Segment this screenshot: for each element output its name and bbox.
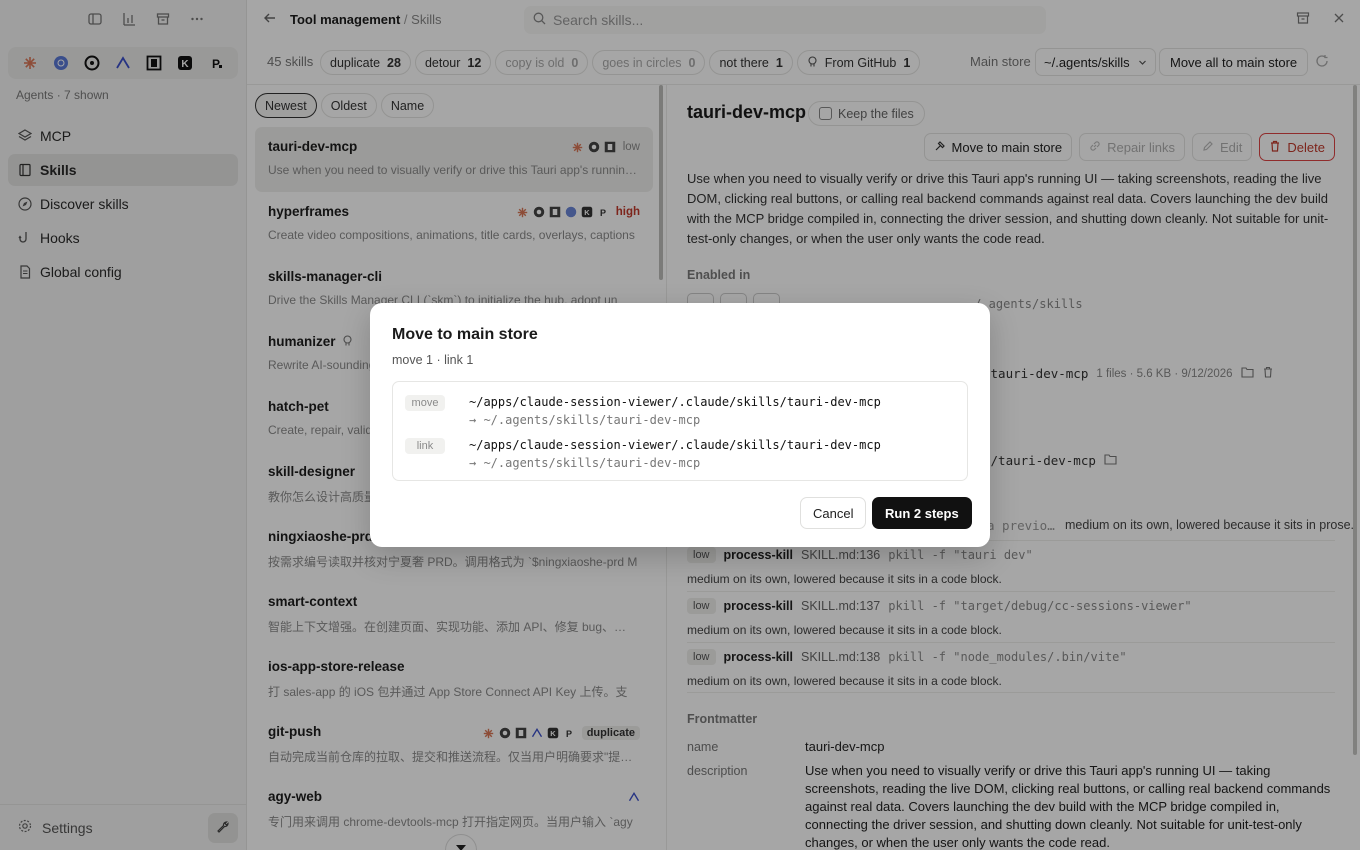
- step-destination: → ~/.agents/skills/tauri-dev-mcp: [469, 413, 701, 427]
- dialog-title: Move to main store: [392, 326, 538, 343]
- move-to-main-store-dialog: Move to main store move 1 · link 1 move …: [370, 303, 990, 547]
- step-source: ~/apps/claude-session-viewer/.claude/ski…: [469, 395, 881, 409]
- cancel-button[interactable]: Cancel: [800, 497, 867, 529]
- run-steps-button[interactable]: Run 2 steps: [872, 497, 972, 529]
- dialog-subtitle: move 1 · link 1: [392, 353, 474, 367]
- steps-list: move ~/apps/claude-session-viewer/.claud…: [392, 381, 968, 481]
- step-kind: link: [405, 438, 445, 454]
- step-destination: → ~/.agents/skills/tauri-dev-mcp: [469, 456, 701, 470]
- step-source: ~/apps/claude-session-viewer/.claude/ski…: [469, 438, 881, 452]
- step-kind: move: [405, 395, 445, 411]
